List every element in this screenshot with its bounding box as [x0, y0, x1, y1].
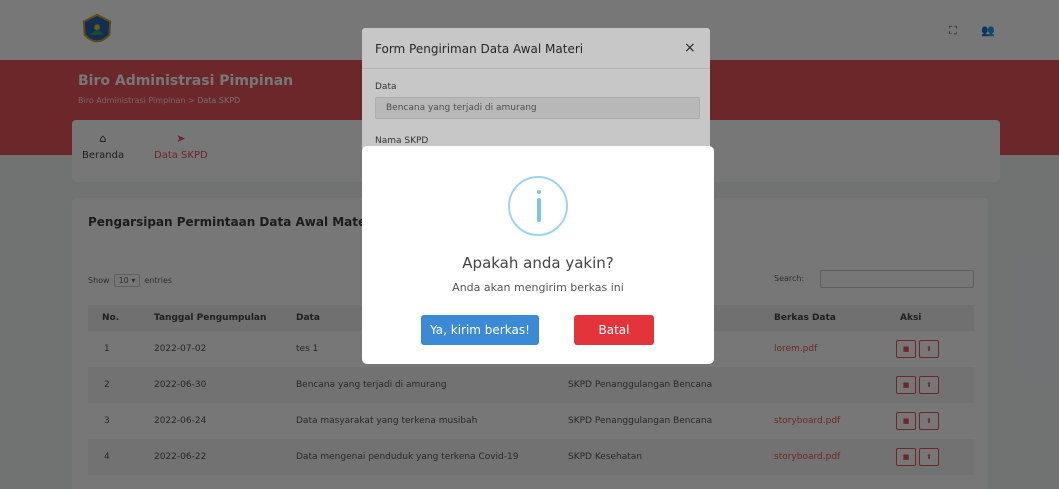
confirm-title: Apakah anda yakin?: [462, 254, 614, 272]
confirm-text: Anda akan mengirim berkas ini: [452, 281, 624, 294]
info-icon: [508, 176, 568, 236]
cancel-button[interactable]: Batal: [574, 315, 654, 345]
info-icon-dot: [537, 190, 541, 194]
info-icon-bar: [537, 198, 541, 222]
confirm-send-button[interactable]: Ya, kirim berkas!: [421, 315, 539, 345]
confirm-dialog: Apakah anda yakin? Anda akan mengirim be…: [362, 146, 714, 364]
